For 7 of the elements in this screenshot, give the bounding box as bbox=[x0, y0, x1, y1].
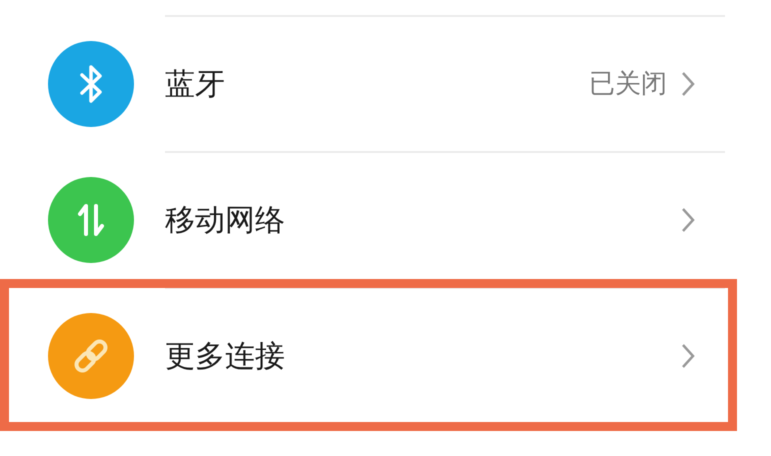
status-text: 已关闭 bbox=[589, 68, 667, 100]
setting-label[interactable]: 蓝牙 bbox=[165, 62, 225, 106]
chevron-icon[interactable] bbox=[681, 71, 695, 97]
setting-label[interactable]: 更多连接 bbox=[165, 334, 285, 378]
chevron-icon[interactable] bbox=[681, 343, 695, 369]
chevron-icon[interactable] bbox=[681, 207, 695, 233]
setting-label[interactable]: 移动网络 bbox=[165, 198, 285, 242]
